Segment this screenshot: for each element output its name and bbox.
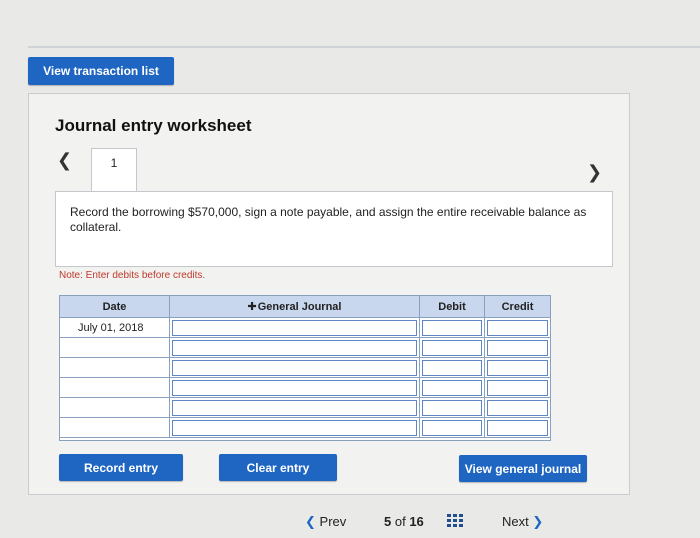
of-label: of: [394, 514, 406, 529]
account-input[interactable]: [172, 339, 417, 356]
credit-input[interactable]: [487, 419, 548, 436]
debit-input[interactable]: [422, 339, 482, 356]
journal-table: Date ✚ General Journal Debit Credit July …: [59, 295, 551, 441]
credit-input[interactable]: [487, 339, 548, 356]
table-row: [60, 358, 550, 378]
debit-input[interactable]: [422, 319, 482, 336]
note-text: Note: Enter debits before credits.: [59, 270, 206, 281]
credit-input[interactable]: [487, 379, 548, 396]
transaction-description: Record the borrowing $570,000, sign a no…: [55, 191, 613, 267]
debit-input[interactable]: [422, 419, 482, 436]
current-page: 5: [384, 514, 392, 529]
chevron-left-icon[interactable]: ❮: [57, 150, 72, 171]
chevron-left-icon: ❮: [305, 514, 316, 529]
date-cell: [60, 338, 170, 358]
clear-entry-button[interactable]: Clear entry: [219, 454, 337, 481]
table-row: [60, 338, 550, 358]
view-general-journal-button[interactable]: View general journal: [459, 455, 587, 482]
general-journal-column-header: ✚ General Journal: [170, 296, 420, 318]
record-entry-button[interactable]: Record entry: [59, 454, 183, 481]
debit-input[interactable]: [422, 359, 482, 376]
debit-input[interactable]: [422, 379, 482, 396]
credit-input[interactable]: [487, 399, 548, 416]
account-input[interactable]: [172, 319, 417, 336]
chevron-right-icon: ❯: [532, 514, 544, 529]
total-pages: 16: [409, 514, 424, 529]
chevron-right-icon[interactable]: ❯: [587, 162, 602, 183]
credit-column-header: Credit: [485, 296, 550, 318]
credit-input[interactable]: [487, 319, 548, 336]
table-row: [60, 378, 550, 398]
date-cell: [60, 398, 170, 418]
credit-input[interactable]: [487, 359, 548, 376]
prev-button[interactable]: ❮ Prev: [305, 514, 346, 530]
account-input[interactable]: [172, 419, 417, 436]
next-label: Next: [502, 514, 529, 529]
date-cell: [60, 418, 170, 438]
page-indicator: 5 of 16: [384, 514, 424, 529]
move-cursor-icon: ✚: [247, 301, 257, 313]
date-cell: [60, 358, 170, 378]
account-input[interactable]: [172, 399, 417, 416]
next-button[interactable]: Next ❯: [502, 514, 543, 530]
date-column-header: Date: [60, 296, 170, 318]
account-input[interactable]: [172, 359, 417, 376]
tab-1[interactable]: 1: [91, 148, 137, 193]
date-cell: July 01, 2018: [60, 318, 170, 338]
table-row: [60, 398, 550, 418]
prev-label: Prev: [319, 514, 347, 529]
journal-header-row: Date ✚ General Journal Debit Credit: [60, 296, 550, 318]
table-row: July 01, 2018: [60, 318, 550, 338]
table-row: [60, 418, 550, 438]
journal-worksheet-panel: Journal entry worksheet ❮ 1 ❯ Record the…: [28, 93, 630, 495]
account-input[interactable]: [172, 379, 417, 396]
top-divider: [28, 46, 700, 48]
date-cell: [60, 378, 170, 398]
debit-column-header: Debit: [420, 296, 485, 318]
worksheet-title: Journal entry worksheet: [55, 116, 252, 135]
debit-input[interactable]: [422, 399, 482, 416]
grid-icon[interactable]: [447, 514, 463, 528]
view-transaction-list-button[interactable]: View transaction list: [28, 57, 174, 85]
